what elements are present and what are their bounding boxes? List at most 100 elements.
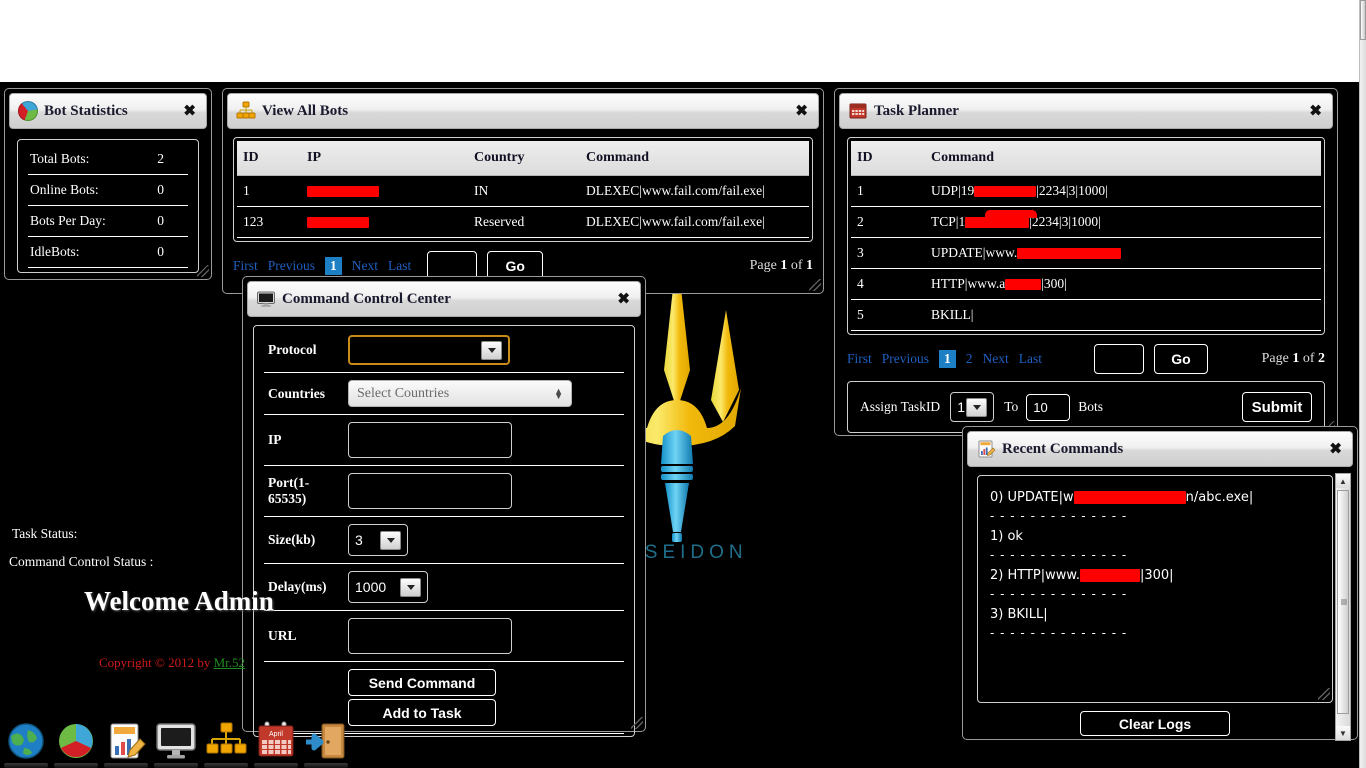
tasks-pager-first[interactable]: First bbox=[847, 351, 872, 367]
page-scrollbar[interactable] bbox=[1359, 0, 1366, 768]
page-scrollbar-thumb[interactable] bbox=[1360, 0, 1366, 40]
view-all-bots-title: View All Bots bbox=[262, 102, 349, 119]
protocol-label: Protocol bbox=[268, 342, 317, 358]
field-row-url: URL bbox=[264, 611, 624, 662]
bot-statistics-close-icon[interactable]: ✖ bbox=[183, 104, 196, 119]
ip-input[interactable] bbox=[348, 422, 512, 458]
delay-select[interactable]: 1000 bbox=[348, 571, 428, 603]
dock-network-tree-icon[interactable] bbox=[204, 720, 248, 768]
tasks-pager-goto-input[interactable] bbox=[1094, 344, 1145, 374]
bots-pager-previous[interactable]: Previous bbox=[268, 258, 315, 274]
copyright-text: Copyright © 2012 by bbox=[99, 655, 214, 670]
size-select[interactable]: 3 bbox=[348, 524, 408, 556]
table-row[interactable]: 123 Reserved DLEXEC|www.fail.com/fail.ex… bbox=[237, 206, 809, 238]
clear-logs-button[interactable]: Clear Logs bbox=[1080, 711, 1230, 736]
recent-commands-scrollbar[interactable]: ▲ ▼ bbox=[1335, 473, 1351, 741]
chevron-down-icon bbox=[966, 397, 988, 417]
monitor-icon bbox=[256, 289, 276, 309]
table-row[interactable]: 2 TCP|1 |2234|3|1000| bbox=[851, 206, 1321, 238]
log-separator: - - - - - - - - - - - - - - bbox=[990, 626, 1128, 640]
bots-page-indicator: Page 1 of 1 bbox=[750, 258, 813, 274]
log-resize-handle[interactable] bbox=[1318, 688, 1330, 700]
url-input[interactable] bbox=[348, 618, 512, 654]
task-status-label: Task Status: bbox=[12, 526, 78, 541]
tasks-pager-next[interactable]: Next bbox=[983, 351, 1009, 367]
ccc-title: Command Control Center bbox=[282, 290, 451, 307]
protocol-select[interactable] bbox=[348, 335, 510, 365]
view-all-bots-titlebar[interactable]: View All Bots ✖ bbox=[227, 93, 819, 129]
copyright-author-link[interactable]: Mr.52 bbox=[214, 655, 245, 670]
task-command-pre: HTTP|www.a bbox=[931, 276, 1006, 291]
log-line-pre: 1) ok bbox=[990, 529, 1023, 544]
recent-commands-titlebar[interactable]: Recent Commands ✖ bbox=[967, 431, 1353, 467]
ccc-resize-handle[interactable] bbox=[631, 717, 643, 729]
table-row[interactable]: 1 IN DLEXEC|www.fail.com/fail.exe| bbox=[237, 175, 809, 207]
view-all-bots-resize-handle[interactable] bbox=[809, 279, 821, 291]
log-separator: - - - - - - - - - - - - - - bbox=[990, 587, 1128, 601]
tasks-pager-page-1[interactable]: 1 bbox=[939, 350, 956, 368]
table-row[interactable]: 5 BKILL| bbox=[851, 299, 1321, 331]
stat-label: Total Bots: bbox=[30, 151, 90, 166]
dock-logout-door-icon[interactable] bbox=[304, 720, 348, 768]
stat-row: IdleBots: 0 bbox=[28, 237, 188, 268]
table-row[interactable]: 1 UDP|19 |2234|3|1000| bbox=[851, 175, 1321, 207]
tasks-pager-previous[interactable]: Previous bbox=[882, 351, 929, 367]
tasks-pager-page-2[interactable]: 2 bbox=[966, 351, 973, 367]
table-row[interactable]: 4 HTTP|www.a |300| bbox=[851, 268, 1321, 300]
panel-view-all-bots[interactable]: View All Bots ✖ ID IP Country Command 1 … bbox=[222, 88, 824, 294]
recent-commands-scroll-thumb[interactable] bbox=[1337, 490, 1349, 714]
bots-pager-last[interactable]: Last bbox=[388, 258, 411, 274]
dock-calendar-icon[interactable]: April bbox=[254, 720, 298, 768]
log-line-post: n/abc.exe| bbox=[1185, 490, 1254, 505]
stat-value: 2 bbox=[157, 151, 164, 166]
bots-pager-next[interactable]: Next bbox=[352, 258, 378, 274]
panel-task-planner[interactable]: Task Planner ✖ ID Command 1 UDP|19 |2234| bbox=[834, 88, 1338, 436]
task-command: TCP|1 |2234|3|1000| bbox=[925, 206, 1321, 238]
scroll-down-icon[interactable]: ▼ bbox=[1336, 726, 1350, 740]
panel-recent-commands[interactable]: Recent Commands ✖ 0) UPDATE|w n/abc.exe| … bbox=[962, 426, 1358, 741]
panel-bot-statistics[interactable]: Bot Statistics ✖ Total Bots: 2 Online Bo… bbox=[4, 88, 212, 280]
tasks-page-total: 2 bbox=[1318, 351, 1325, 366]
task-command-post: |300| bbox=[1041, 276, 1067, 291]
scroll-up-icon[interactable]: ▲ bbox=[1336, 474, 1350, 488]
tasks-pager-go-button[interactable]: Go bbox=[1154, 344, 1209, 374]
log-line-pre: 3) BKILL| bbox=[990, 607, 1048, 622]
bots-col-ip: IP bbox=[301, 141, 468, 176]
bot-statistics-title: Bot Statistics bbox=[44, 102, 128, 119]
dock-pie-chart-icon[interactable] bbox=[54, 720, 98, 768]
recent-commands-close-icon[interactable]: ✖ bbox=[1329, 442, 1342, 457]
table-row[interactable]: 3 UPDATE|www. bbox=[851, 237, 1321, 269]
bots-page-current: 1 bbox=[780, 258, 788, 273]
ccc-close-icon[interactable]: ✖ bbox=[617, 292, 630, 307]
bots-pager-first[interactable]: First bbox=[233, 258, 258, 274]
bots-table-wrapper: ID IP Country Command 1 IN DLEXEC|www.fa… bbox=[233, 137, 813, 242]
bot-statistics-resize-handle[interactable] bbox=[197, 265, 209, 277]
task-planner-title: Task Planner bbox=[874, 102, 959, 119]
task-planner-close-icon[interactable]: ✖ bbox=[1309, 104, 1322, 119]
bot-statistics-titlebar[interactable]: Bot Statistics ✖ bbox=[9, 93, 207, 129]
bots-pager-page-1[interactable]: 1 bbox=[325, 257, 342, 275]
dock-globe-icon[interactable] bbox=[4, 720, 48, 768]
stat-label: Online Bots: bbox=[30, 182, 99, 197]
view-all-bots-close-icon[interactable]: ✖ bbox=[795, 104, 808, 119]
assign-bots-input[interactable] bbox=[1026, 393, 1071, 421]
dock-report-edit-icon[interactable] bbox=[104, 720, 148, 768]
assign-submit-button[interactable]: Submit bbox=[1242, 392, 1312, 422]
send-command-button[interactable]: Send Command bbox=[348, 669, 496, 696]
task-planner-titlebar[interactable]: Task Planner ✖ bbox=[839, 93, 1333, 129]
log-separator: - - - - - - - - - - - - - - bbox=[990, 548, 1128, 562]
task-command-pre: UDP|19 bbox=[931, 183, 975, 198]
port-input[interactable] bbox=[348, 473, 512, 509]
bots-page-prefix: Page bbox=[749, 258, 777, 273]
tasks-page-prefix: Page bbox=[1261, 351, 1289, 366]
tasks-pager-last[interactable]: Last bbox=[1019, 351, 1042, 367]
bots-table-header-row: ID IP Country Command bbox=[237, 141, 809, 176]
panel-command-control-center[interactable]: Command Control Center ✖ Protocol Countr… bbox=[242, 276, 646, 737]
add-to-task-button[interactable]: Add to Task bbox=[348, 699, 496, 726]
recent-commands-log[interactable]: 0) UPDATE|w n/abc.exe| - - - - - - - - - … bbox=[977, 475, 1333, 703]
assign-taskid-select[interactable]: 1 bbox=[950, 392, 995, 422]
ccc-titlebar[interactable]: Command Control Center ✖ bbox=[247, 281, 641, 317]
countries-select[interactable]: Select Countries ▲ ▼ bbox=[348, 380, 572, 407]
dock-monitor-icon[interactable] bbox=[154, 720, 198, 768]
task-command-post: |2234|3|1000| bbox=[1029, 214, 1101, 229]
